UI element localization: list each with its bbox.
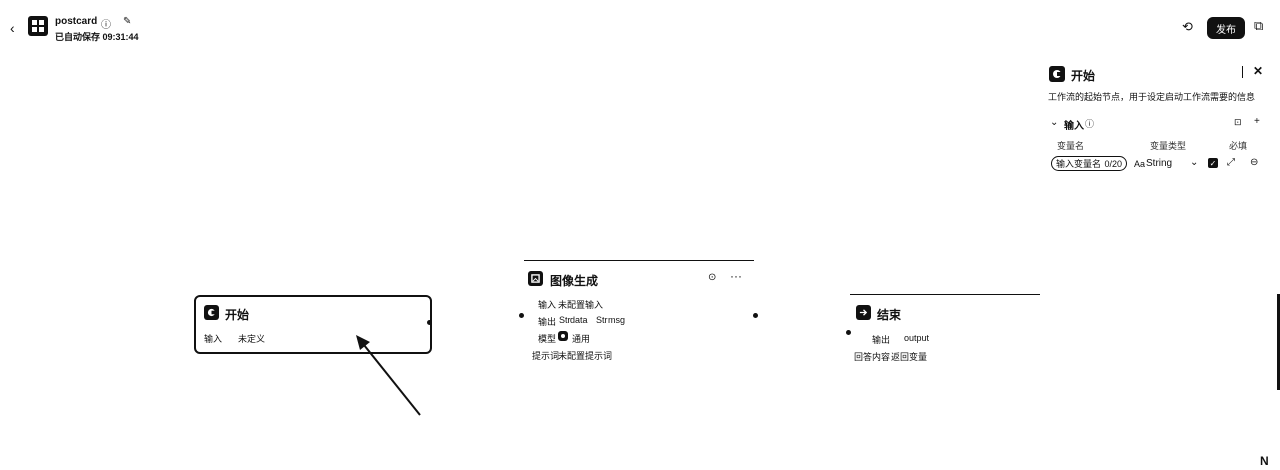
publish-button[interactable]: 发布 <box>1207 17 1245 39</box>
image-input-value: 未配置输入 <box>558 300 604 310</box>
run-icon[interactable]: ⊙ <box>708 272 716 283</box>
start-node-icon <box>204 305 219 320</box>
end-node[interactable]: 结束 输出 output 回答内容 返回变量 <box>850 294 1040 365</box>
info-icon[interactable]: ⓘ <box>101 16 111 31</box>
panel-description: 工作流的起始节点，用于设定启动工作流需要的信息 <box>1048 92 1256 102</box>
image-icon <box>528 271 543 286</box>
back-button[interactable]: ‹ <box>10 20 15 36</box>
input-section-title: 输入 <box>1064 121 1084 132</box>
start-node-title: 开始 <box>225 308 250 322</box>
output-data: data <box>570 315 588 325</box>
close-icon[interactable]: ✕ <box>1253 64 1263 78</box>
end-output-value: output <box>904 333 930 343</box>
image-gen-input-port[interactable] <box>519 313 524 318</box>
image-input-label: 输入 <box>538 300 557 310</box>
required-checkbox[interactable]: ✓ <box>1208 158 1218 168</box>
end-input-port[interactable] <box>846 330 851 335</box>
end-output-label: 输出 <box>872 335 891 345</box>
char-counter: 0/20 <box>1104 158 1122 169</box>
start-input-label: 输入 <box>204 334 223 344</box>
start-node-icon <box>1049 66 1065 82</box>
collapse-chevron-icon[interactable]: ⌄ <box>1050 117 1058 128</box>
output-tag-data: Str <box>559 315 571 325</box>
edit-icon[interactable]: ✎ <box>123 16 131 27</box>
chevron-left-icon: ‹ <box>10 20 15 36</box>
end-node-icon <box>856 305 871 320</box>
output-msg: msg <box>608 315 626 325</box>
image-output-label: 输出 <box>538 317 557 327</box>
prompt-value: 未配置提示词 <box>558 351 613 361</box>
panel-divider <box>1242 66 1243 78</box>
model-icon <box>558 331 568 341</box>
answer-label: 回答内容 <box>854 352 891 362</box>
column-var-type: 变量类型 <box>1150 141 1187 151</box>
autosave-status: 已自动保存 09:31:44 <box>55 32 139 42</box>
type-dropdown-icon[interactable]: ⌄ <box>1190 157 1198 168</box>
model-value: 通用 <box>572 334 591 344</box>
image-gen-title: 图像生成 <box>550 274 599 288</box>
image-gen-node[interactable]: 图像生成 ⊙ ··· 输入 未配置输入 输出 Str data Str msg … <box>524 260 754 361</box>
import-icon[interactable]: ⊡ <box>1234 117 1242 128</box>
variable-name-placeholder: 输入变量名 <box>1056 159 1102 169</box>
column-var-name: 变量名 <box>1057 141 1085 151</box>
more-icon[interactable]: ··· <box>730 269 742 283</box>
output-tag-msg: Str <box>596 315 608 325</box>
panel-title: 开始 <box>1071 69 1096 83</box>
model-label: 模型 <box>538 334 557 344</box>
workflow-title: postcard <box>55 16 98 27</box>
variable-type-select[interactable]: String <box>1146 158 1172 169</box>
start-input-value: 未定义 <box>238 334 266 344</box>
annotation-arrow <box>356 335 421 416</box>
start-output-port[interactable] <box>427 320 432 325</box>
column-required: 必填 <box>1229 141 1248 151</box>
workflow-icon <box>28 16 48 36</box>
add-variable-icon[interactable]: + <box>1254 116 1260 127</box>
end-node-title: 结束 <box>877 308 902 322</box>
expand-icon[interactable]: ⤢ <box>1227 157 1235 168</box>
answer-value: 返回变量 <box>891 352 928 362</box>
remove-icon[interactable]: ⊖ <box>1250 157 1258 168</box>
input-info-icon[interactable]: ⓘ <box>1085 117 1094 130</box>
history-icon[interactable]: ⟲ <box>1182 19 1193 35</box>
brand-logo-icon: N <box>1260 454 1269 468</box>
image-gen-output-port[interactable] <box>753 313 758 318</box>
string-type-icon: Aa <box>1134 159 1146 169</box>
prompt-label: 提示词 <box>532 351 560 361</box>
copy-icon[interactable]: ⧉ <box>1254 18 1263 34</box>
variable-name-input[interactable]: 输入变量名 0/20 <box>1051 156 1127 171</box>
